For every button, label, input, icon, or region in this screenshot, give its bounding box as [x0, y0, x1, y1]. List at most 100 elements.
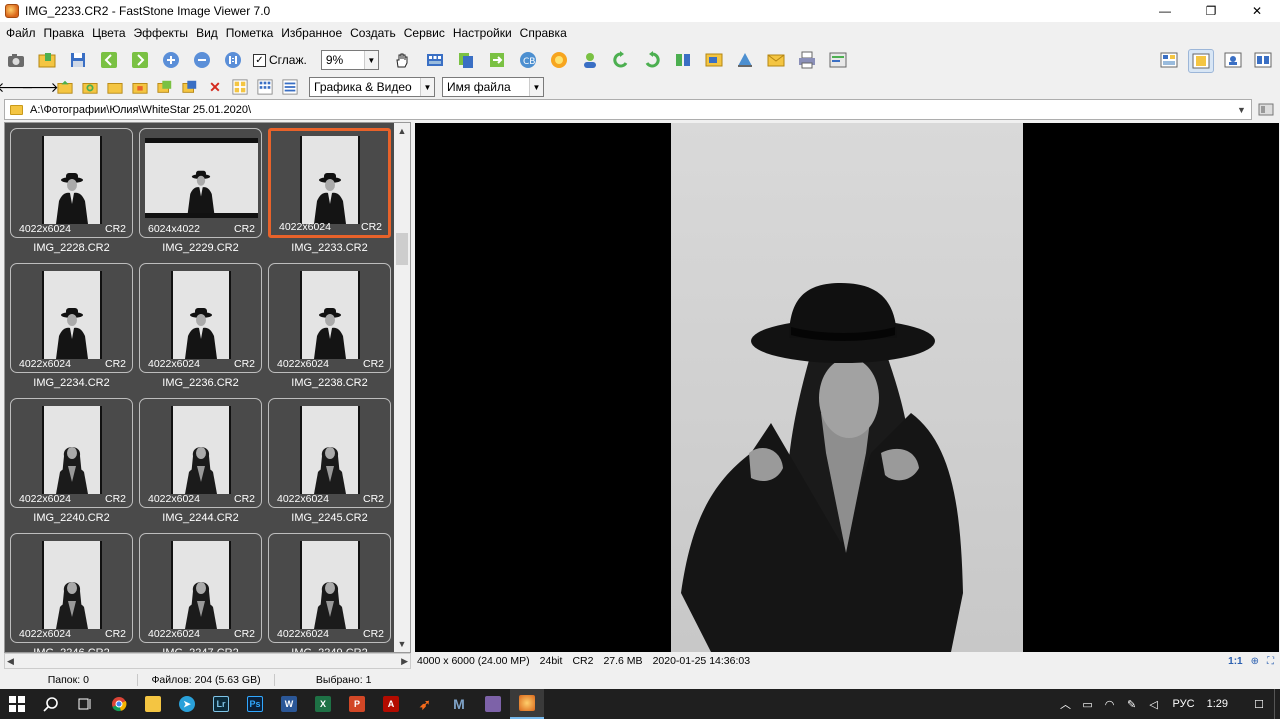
- menu-edit[interactable]: Правка: [40, 22, 89, 44]
- pen-icon[interactable]: ✎: [1121, 698, 1143, 711]
- image-viewer[interactable]: [415, 123, 1279, 652]
- copy-to-icon[interactable]: [455, 49, 477, 71]
- thumbnail-card[interactable]: 6024x4022 CR2: [139, 128, 262, 238]
- show-desktop-button[interactable]: [1274, 689, 1280, 719]
- thumbnail-item[interactable]: 4022x6024 CR2 IMG_2245.CR2: [268, 398, 391, 524]
- menu-settings[interactable]: Настройки: [449, 22, 516, 44]
- thumbnail-item[interactable]: 4022x6024 CR2 IMG_2228.CR2: [10, 128, 133, 254]
- thumbnail-item[interactable]: 4022x6024 CR2 IMG_2233.CR2: [268, 128, 391, 254]
- orange-app-icon[interactable]: ➶: [408, 689, 442, 719]
- forward-arrow-icon[interactable]: 🡒: [21, 78, 59, 96]
- scroll-right-icon[interactable]: ▶: [401, 656, 408, 667]
- thumbnail-item[interactable]: 4022x6024 CR2 IMG_2240.CR2: [10, 398, 133, 524]
- thumbnail-item[interactable]: 4022x6024 CR2 IMG_2238.CR2: [268, 263, 391, 389]
- copy-folder-icon[interactable]: [156, 78, 174, 96]
- search-icon[interactable]: [34, 689, 68, 719]
- thumbnail-card[interactable]: 4022x6024 CR2: [10, 263, 133, 373]
- folder-tree-toggle-icon[interactable]: [1258, 102, 1274, 116]
- thumbnail-item[interactable]: 4022x6024 CR2 IMG_2244.CR2: [139, 398, 262, 524]
- compare-view-icon[interactable]: [1252, 49, 1274, 71]
- scroll-thumb[interactable]: [396, 233, 408, 265]
- viewer-mode-icon[interactable]: [1188, 49, 1214, 73]
- zoom-combo[interactable]: 9% ▼: [320, 50, 379, 70]
- fullscreen-view-icon[interactable]: [1222, 49, 1244, 71]
- clock[interactable]: 1:29: [1207, 698, 1228, 710]
- menu-view[interactable]: Вид: [192, 22, 222, 44]
- excel-icon[interactable]: X: [306, 689, 340, 719]
- language-indicator[interactable]: РУС: [1173, 698, 1195, 710]
- wifi-icon[interactable]: ◠: [1099, 698, 1121, 711]
- file-explorer-icon[interactable]: [136, 689, 170, 719]
- task-view-icon[interactable]: [68, 689, 102, 719]
- menu-file[interactable]: Файл: [2, 22, 40, 44]
- photoshop-icon[interactable]: Ps: [238, 689, 272, 719]
- delete-icon[interactable]: ✕: [206, 78, 224, 96]
- refresh-folder-icon[interactable]: [81, 78, 99, 96]
- move-folder-icon[interactable]: [181, 78, 199, 96]
- browser-view-icon[interactable]: [1158, 49, 1180, 71]
- resize-icon[interactable]: [703, 49, 725, 71]
- fit-window-icon[interactable]: ⊕: [1251, 656, 1259, 667]
- zoom-out-icon[interactable]: [191, 49, 213, 71]
- address-bar[interactable]: A:\Фотографии\Юлия\WhiteStar 25.01.2020\…: [4, 99, 1252, 120]
- powerpoint-icon[interactable]: P: [340, 689, 374, 719]
- lightroom-icon[interactable]: Lr: [204, 689, 238, 719]
- chrome-icon[interactable]: [102, 689, 136, 719]
- thumbnail-item[interactable]: 4022x6024 CR2 IMG_2246.CR2: [10, 533, 133, 652]
- settings-icon[interactable]: [827, 49, 849, 71]
- prev-image-icon[interactable]: [98, 49, 120, 71]
- menu-favorites[interactable]: Избранное: [277, 22, 346, 44]
- menu-effects[interactable]: Эффекты: [130, 22, 193, 44]
- menu-tag[interactable]: Пометка: [222, 22, 278, 44]
- thumbnail-card[interactable]: 4022x6024 CR2: [10, 128, 133, 238]
- thumbnail-card[interactable]: 4022x6024 CR2: [10, 533, 133, 643]
- rotate-right-icon[interactable]: [641, 49, 663, 71]
- thumbnail-item[interactable]: 4022x6024 CR2 IMG_2234.CR2: [10, 263, 133, 389]
- tray-chevron-icon[interactable]: ︿: [1055, 696, 1077, 712]
- restore-button[interactable]: ❐: [1188, 0, 1234, 22]
- thumb-list-icon[interactable]: [281, 78, 299, 96]
- vertical-scrollbar[interactable]: ▲ ▼: [394, 123, 410, 652]
- thumbnail-card[interactable]: 4022x6024 CR2: [139, 398, 262, 508]
- thumbnail-item[interactable]: 4022x6024 CR2 IMG_2247.CR2: [139, 533, 262, 652]
- smooth-checkbox[interactable]: ✓ Сглаж.: [253, 53, 307, 67]
- actual-size-icon[interactable]: [222, 49, 244, 71]
- crop-icon[interactable]: [734, 49, 756, 71]
- menu-colors[interactable]: Цвета: [88, 22, 129, 44]
- batch-icon[interactable]: CB: [517, 49, 539, 71]
- favorites-folder-icon[interactable]: [131, 78, 149, 96]
- app-purple-icon[interactable]: [476, 689, 510, 719]
- thumb-size-large-icon[interactable]: [231, 78, 249, 96]
- folder-path[interactable]: A:\Фотографии\Юлия\WhiteStar 25.01.2020\: [30, 104, 1237, 116]
- thumb-size-medium-icon[interactable]: [256, 78, 274, 96]
- scroll-up-icon[interactable]: ▲: [394, 123, 410, 139]
- battery-icon[interactable]: ▭: [1077, 698, 1099, 711]
- file-filter-combo[interactable]: Графика & Видео ▼: [309, 77, 435, 97]
- next-image-icon[interactable]: [129, 49, 151, 71]
- thumbnail-item[interactable]: 4022x6024 CR2 IMG_2236.CR2: [139, 263, 262, 389]
- word-icon[interactable]: W: [272, 689, 306, 719]
- thumbnail-card[interactable]: 4022x6024 CR2: [139, 263, 262, 373]
- new-folder-icon[interactable]: [106, 78, 124, 96]
- save-icon[interactable]: [67, 49, 89, 71]
- close-button[interactable]: ✕: [1234, 0, 1280, 22]
- thumbnail-card[interactable]: 4022x6024 CR2: [139, 533, 262, 643]
- fullscreen-icon[interactable]: ⛶: [1267, 656, 1274, 667]
- thumbnail-card-selected[interactable]: 4022x6024 CR2: [268, 128, 391, 238]
- zoom-ratio[interactable]: 1:1: [1228, 656, 1242, 667]
- volume-icon[interactable]: ◁: [1143, 698, 1165, 711]
- folder-up-icon[interactable]: [56, 78, 74, 96]
- gmail-icon[interactable]: M: [442, 689, 476, 719]
- thumbnail-card[interactable]: 4022x6024 CR2: [268, 533, 391, 643]
- hand-tool-icon[interactable]: [389, 49, 415, 71]
- zoom-in-icon[interactable]: [160, 49, 182, 71]
- thumbnail-card[interactable]: 4022x6024 CR2: [268, 398, 391, 508]
- sort-combo[interactable]: Имя файла ▼: [442, 77, 544, 97]
- rotate-left-icon[interactable]: [610, 49, 632, 71]
- menu-help[interactable]: Справка: [516, 22, 571, 44]
- person-icon[interactable]: [579, 49, 601, 71]
- thumbnail-card[interactable]: 4022x6024 CR2: [268, 263, 391, 373]
- flip-icon[interactable]: [672, 49, 694, 71]
- notifications-icon[interactable]: ☐: [1248, 698, 1270, 711]
- horizontal-scrollbar[interactable]: ◀ ▶: [4, 653, 411, 669]
